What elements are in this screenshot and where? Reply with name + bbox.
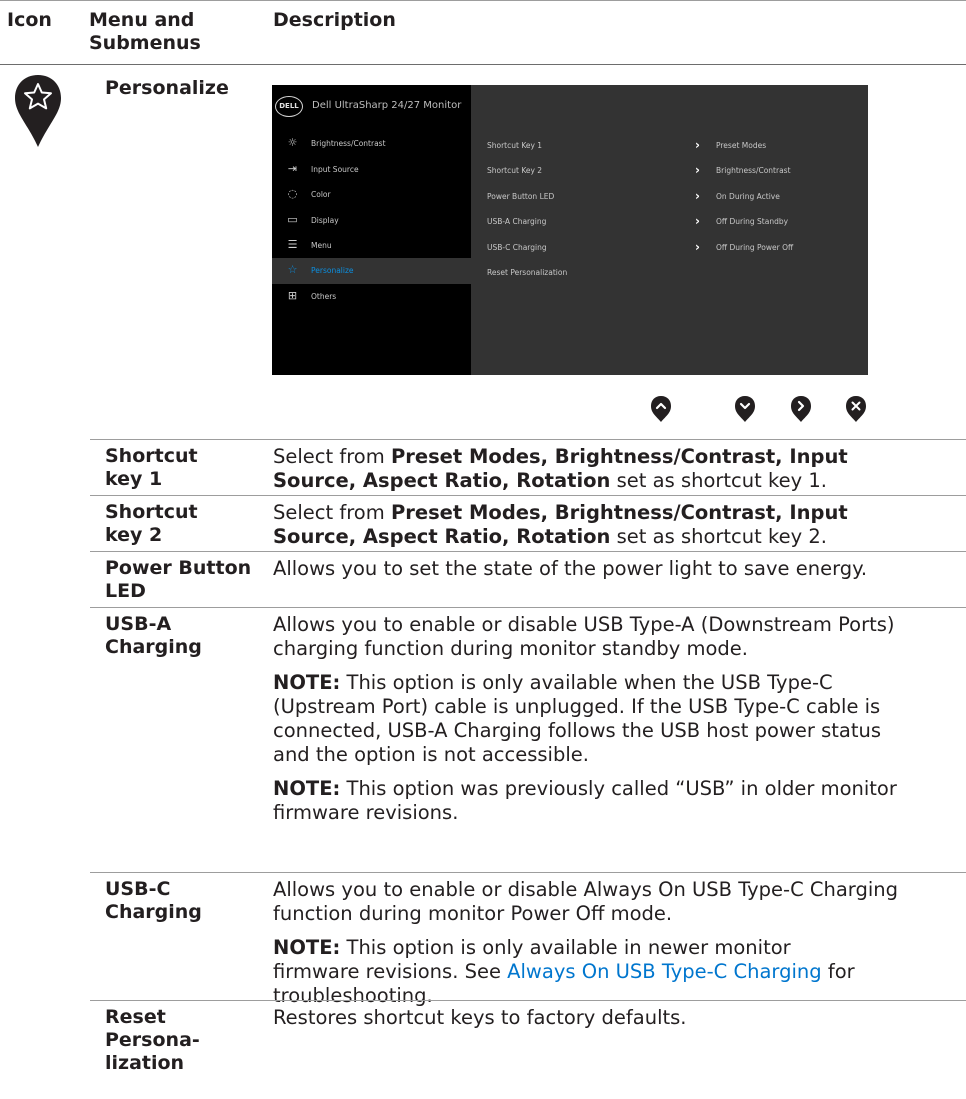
row-label-shortcut-key-2: Shortcut key 2 <box>105 501 198 546</box>
others-icon: ⊞ <box>287 289 298 302</box>
down-icon[interactable] <box>734 395 756 423</box>
osd-menu-brightness[interactable]: ☼ Brightness/Contrast <box>272 131 471 157</box>
row-label-power-button-led: Power Button LED <box>105 557 252 602</box>
osd-sub-usb-c-charging[interactable]: USB-C Charging › Off During Power Off <box>471 239 868 259</box>
row-desc-shortcut-key-1: Select from Preset Modes, Brightness/Con… <box>273 445 848 492</box>
osd-sub-shortcut-key-1[interactable]: Shortcut Key 1 › Preset Modes <box>471 137 868 157</box>
chevron-right-icon: › <box>695 163 700 177</box>
menu-icon: ☰ <box>287 238 298 251</box>
osd-sub-usb-a-charging[interactable]: USB-A Charging › Off During Standby <box>471 213 868 233</box>
star-pin-icon <box>15 75 61 147</box>
always-on-usb-c-link[interactable]: Always On USB Type-C Charging <box>507 960 821 983</box>
close-icon[interactable] <box>845 395 867 423</box>
palette-icon: ◌ <box>287 187 298 200</box>
input-icon: ⇥ <box>287 162 298 175</box>
osd-title: Dell UltraSharp 24/27 Monitor <box>312 100 462 111</box>
dell-logo: DELL <box>275 96 303 117</box>
chevron-right-icon: › <box>695 214 700 228</box>
row-desc-usb-a-charging: Allows you to enable or disable USB Type… <box>273 613 897 824</box>
row-divider <box>90 1000 966 1001</box>
row-desc-usb-c-charging: Allows you to enable or disable Always O… <box>273 878 899 1007</box>
right-icon[interactable] <box>790 395 812 423</box>
sun-icon: ☼ <box>287 136 298 149</box>
row-divider <box>90 872 966 873</box>
osd-sub-reset-personalization[interactable]: Reset Personalization <box>471 264 868 284</box>
chevron-right-icon: › <box>695 240 700 254</box>
header-menu-line2: Submenus <box>89 32 201 54</box>
top-rule <box>0 0 966 1</box>
osd-sub-shortcut-key-2[interactable]: Shortcut Key 2 › Brightness/Contrast <box>471 162 868 182</box>
row-divider <box>90 439 966 440</box>
row-divider <box>90 607 966 608</box>
display-icon: ▭ <box>287 213 298 226</box>
up-icon[interactable] <box>650 395 672 423</box>
row-desc-power-button-led: Allows you to set the state of the power… <box>273 557 868 580</box>
row-divider <box>90 495 966 496</box>
osd-menu-input-source[interactable]: ⇥ Input Source <box>272 157 471 183</box>
osd-menu-personalize[interactable]: ☆ Personalize <box>272 258 471 284</box>
row-label-reset-personalization: Reset Persona-lization <box>105 1006 200 1074</box>
chevron-right-icon: › <box>695 189 700 203</box>
osd-menu-display[interactable]: ▭ Display <box>272 208 471 234</box>
chevron-right-icon: › <box>695 138 700 152</box>
section-title: Personalize <box>105 77 229 99</box>
row-label-usb-a-charging: USB-A Charging <box>105 613 202 658</box>
row-label-shortcut-key-1: Shortcut key 1 <box>105 445 198 490</box>
row-desc-reset-personalization: Restores shortcut keys to factory defaul… <box>273 1006 687 1029</box>
osd-menu-others[interactable]: ⊞ Others <box>272 284 471 310</box>
osd-menu-menu[interactable]: ☰ Menu <box>272 233 471 259</box>
osd-sub-power-button-led[interactable]: Power Button LED › On During Active <box>471 188 868 208</box>
row-divider <box>90 551 966 552</box>
header-icon: Icon <box>7 9 52 31</box>
row-label-usb-c-charging: USB-C Charging <box>105 878 202 923</box>
osd-screenshot: DELL Dell UltraSharp 24/27 Monitor ☼ Bri… <box>272 85 868 375</box>
header-menu-line1: Menu and <box>89 9 195 31</box>
header-rule <box>0 64 966 65</box>
header-description: Description <box>273 9 396 31</box>
row-desc-shortcut-key-2: Select from Preset Modes, Brightness/Con… <box>273 501 848 548</box>
osd-menu-color[interactable]: ◌ Color <box>272 182 471 208</box>
star-icon: ☆ <box>287 263 298 276</box>
